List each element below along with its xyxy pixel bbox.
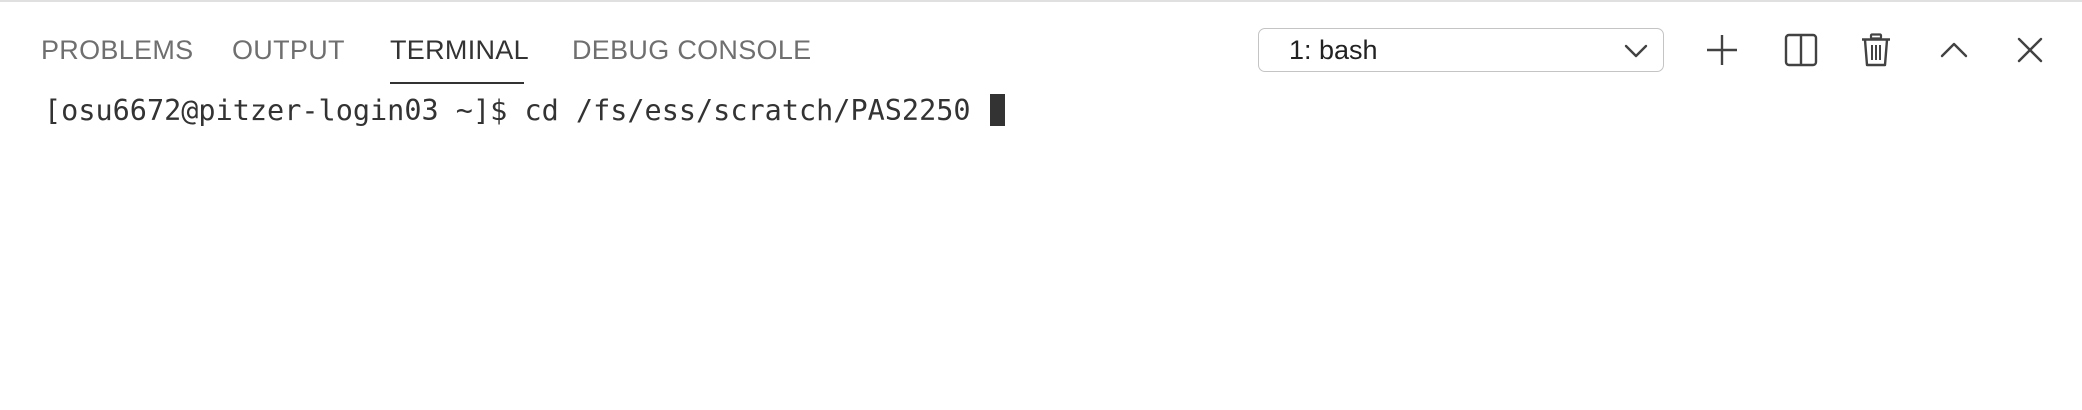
trash-icon[interactable]	[1859, 33, 1893, 67]
tab-output[interactable]: OUTPUT	[232, 32, 345, 68]
tab-terminal[interactable]: TERMINAL	[390, 32, 529, 68]
terminal-cursor	[989, 94, 1005, 126]
plus-icon[interactable]	[1705, 33, 1739, 67]
tab-debug-console[interactable]: DEBUG CONSOLE	[572, 32, 811, 68]
close-icon[interactable]	[2013, 33, 2047, 67]
chevron-up-icon[interactable]	[1937, 33, 1971, 67]
terminal-panel: PROBLEMS OUTPUT TERMINAL DEBUG CONSOLE 1…	[0, 0, 2082, 410]
tab-problems[interactable]: PROBLEMS	[41, 32, 193, 68]
active-tab-indicator	[390, 82, 524, 84]
terminal-prompt: [osu6672@pitzer-login03 ~]$	[44, 94, 525, 127]
terminal-output[interactable]: [osu6672@pitzer-login03 ~]$ cd /fs/ess/s…	[44, 92, 1005, 130]
terminal-command: cd /fs/ess/scratch/PAS2250	[524, 94, 988, 127]
terminal-selector-value: 1: bash	[1289, 35, 1378, 65]
panel-tab-bar: PROBLEMS OUTPUT TERMINAL DEBUG CONSOLE 1…	[0, 2, 2082, 86]
split-icon[interactable]	[1784, 33, 1818, 67]
terminal-selector-dropdown[interactable]: 1: bash	[1258, 28, 1664, 72]
chevron-down-icon	[1623, 38, 1649, 64]
